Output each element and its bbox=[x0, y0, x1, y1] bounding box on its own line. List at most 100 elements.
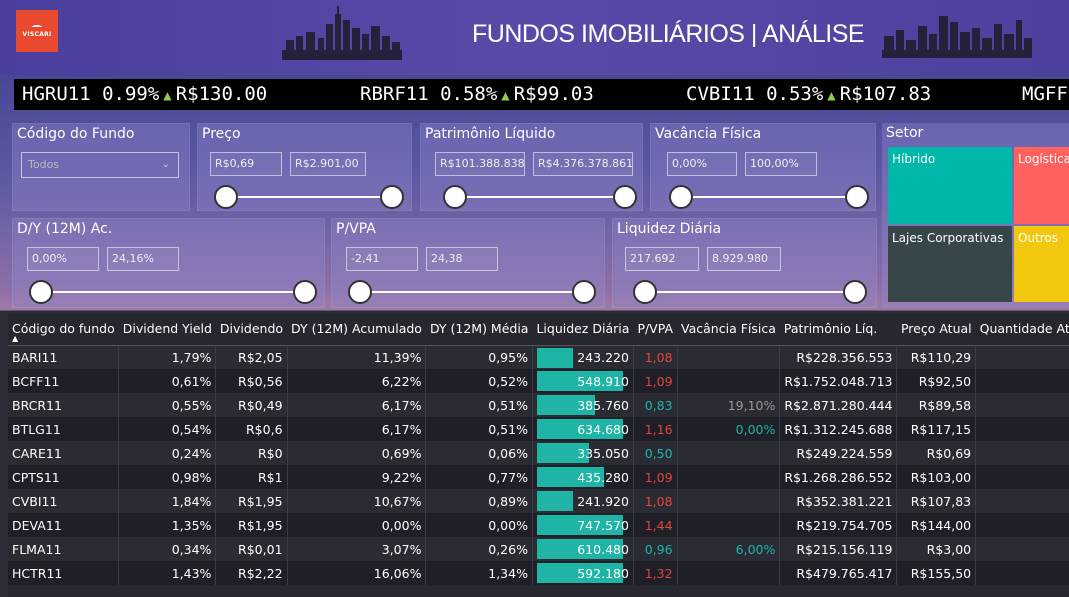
cell-dividendo: R$1 bbox=[215, 465, 288, 489]
viscari-logo: VISCARI bbox=[16, 10, 58, 52]
dy-slider-max-handle[interactable] bbox=[293, 280, 317, 304]
cell-dy-acumulado: 9,22% bbox=[287, 465, 427, 489]
dy-min-input[interactable]: 0,00% bbox=[27, 247, 99, 271]
ticker-code: HGRU11 bbox=[22, 83, 91, 105]
cell-vacancia bbox=[677, 489, 781, 513]
cell-dy-media: 0,26% bbox=[425, 537, 533, 561]
setor-tile-lajes[interactable]: Lajes Corporativas bbox=[888, 226, 1012, 302]
dy-slider-track bbox=[41, 291, 305, 293]
liquidez-max-input[interactable]: 8.929.980 bbox=[707, 247, 781, 271]
table-row[interactable]: CPTS11 0,98% R$1 9,22% 0,77% 435.280 1,09 R$1.2… bbox=[8, 465, 1069, 489]
cell-dividendo: R$0,49 bbox=[215, 393, 288, 417]
patrimonio-slider-min-handle[interactable] bbox=[443, 185, 467, 209]
liquidez-slider-min-handle[interactable] bbox=[633, 280, 657, 304]
codigo-dropdown[interactable]: Todos ⌄ bbox=[21, 152, 179, 178]
table-row[interactable]: BCFF11 0,61% R$0,56 6,22% 0,52% 548.910 1,09 R$… bbox=[8, 369, 1069, 393]
cell-pvpa: 1,16 bbox=[633, 417, 678, 441]
cell-dy-media: 0,77% bbox=[425, 465, 533, 489]
filter-label: D/Y (12M) Ac. bbox=[17, 221, 113, 237]
dy-slider-min-handle[interactable] bbox=[29, 280, 53, 304]
cell-dy-media: 0,00% bbox=[425, 513, 533, 537]
cell-preco: R$107,83 bbox=[896, 489, 977, 513]
preco-max-input[interactable]: R$2.901,00 bbox=[290, 152, 366, 176]
filter-label: Liquidez Diária bbox=[617, 221, 722, 237]
preco-slider-max-handle[interactable] bbox=[380, 185, 404, 209]
vacancia-slider-track bbox=[681, 196, 857, 198]
cell-dy-acumulado: 6,17% bbox=[287, 417, 427, 441]
col-header-liquidez[interactable]: Liquidez Diária bbox=[532, 313, 634, 346]
cell-preco: R$0,69 bbox=[896, 441, 977, 465]
cell-quantidade: 14 bbox=[975, 393, 1069, 417]
table-row[interactable]: DEVA11 1,35% R$1,95 0,00% 0,00% 747.570 1,44 R$… bbox=[8, 513, 1069, 537]
filter-label: P/VPA bbox=[336, 221, 376, 237]
city-skyline-right-icon bbox=[882, 16, 1032, 58]
cell-codigo: HCTR11 bbox=[8, 561, 120, 585]
cell-vacancia bbox=[677, 561, 781, 585]
col-header-dy[interactable]: Dividend Yield bbox=[118, 313, 216, 346]
col-header-codigo[interactable]: Código do fundo ▲ bbox=[8, 313, 119, 346]
cell-quantidade: 0 bbox=[975, 345, 1069, 369]
col-header-vacancia[interactable]: Vacância Física bbox=[677, 313, 780, 346]
preco-slider-min-handle[interactable] bbox=[214, 185, 238, 209]
patrimonio-slider-max-handle[interactable] bbox=[613, 185, 637, 209]
vacancia-slider-max-handle[interactable] bbox=[845, 185, 869, 209]
pvpa-slider-max-handle[interactable] bbox=[572, 280, 596, 304]
cell-preco: R$3,00 bbox=[896, 537, 977, 561]
table-row[interactable]: BARI11 1,79% R$2,05 11,39% 0,95% 243.220 1,08 R… bbox=[8, 345, 1069, 369]
tile-label: Lajes Corporativas bbox=[892, 231, 1004, 245]
cell-codigo: BCFF11 bbox=[8, 369, 120, 393]
cell-dividendo: R$0 bbox=[215, 441, 288, 465]
cell-dy-acumulado: 10,67% bbox=[287, 489, 427, 513]
col-header-patrimonio[interactable]: Patrimônio Líq. bbox=[779, 313, 897, 346]
vacancia-max-input[interactable]: 100,00% bbox=[745, 152, 817, 176]
col-header-pvpa[interactable]: P/VPA bbox=[633, 313, 678, 346]
table-row[interactable]: CVBI11 1,84% R$1,95 10,67% 0,89% 241.920 1,08 R… bbox=[8, 489, 1069, 513]
preco-min-input[interactable]: R$0,69 bbox=[210, 152, 282, 176]
table-row[interactable]: HCTR11 1,43% R$2,22 16,06% 1,34% 592.180 1,32 R… bbox=[8, 561, 1069, 585]
liquidez-min-input[interactable]: 217.692 bbox=[625, 247, 699, 271]
liquidez-slider-max-handle[interactable] bbox=[843, 280, 867, 304]
pvpa-max-input[interactable]: 24,38 bbox=[426, 247, 498, 271]
col-header-dy-media[interactable]: DY (12M) Média bbox=[425, 313, 533, 346]
col-header-dividendo[interactable]: Dividendo bbox=[215, 313, 288, 346]
ticker-code: MGFF bbox=[1022, 83, 1068, 105]
table-row[interactable]: BTLG11 0,54% R$0,6 6,17% 0,51% 634.680 1,16 0,0… bbox=[8, 417, 1069, 441]
pvpa-min-input[interactable]: -2,41 bbox=[346, 247, 418, 271]
table-row[interactable]: BRCR11 0,55% R$0,49 6,17% 0,51% 385.760 0,83 19… bbox=[8, 393, 1069, 417]
cell-preco: R$92,50 bbox=[896, 369, 977, 393]
vacancia-min-input[interactable]: 0,00% bbox=[667, 152, 737, 176]
table-row[interactable]: CARE11 0,24% R$0 0,69% 0,06% 335.050 0,50 R$249… bbox=[8, 441, 1069, 465]
filter-patrimonio-panel: Patrimônio Líquido R$101.388.838 R$4.376… bbox=[420, 123, 643, 211]
cell-dy: 0,24% bbox=[118, 441, 217, 465]
cell-dy-acumulado: 6,22% bbox=[287, 369, 427, 393]
cell-pvpa: 0,96 bbox=[633, 537, 678, 561]
setor-tile-logistica[interactable]: Logística bbox=[1014, 147, 1069, 224]
cell-quantidade: 0 bbox=[975, 441, 1069, 465]
cell-pvpa: 1,08 bbox=[633, 489, 678, 513]
setor-tile-outros[interactable]: Outros bbox=[1014, 226, 1069, 302]
preco-slider-track bbox=[226, 196, 392, 198]
vacancia-slider-min-handle[interactable] bbox=[669, 185, 693, 209]
cell-liquidez: 335.050 bbox=[532, 441, 634, 465]
cell-preco: R$110,29 bbox=[896, 345, 977, 369]
cell-dy-media: 0,06% bbox=[425, 441, 533, 465]
col-header-quantidade[interactable]: Quantidade Ativos bbox=[975, 313, 1069, 346]
ticker-price: R$107.83 bbox=[839, 83, 932, 105]
cell-dividendo: R$0,56 bbox=[215, 369, 288, 393]
pvpa-slider-min-handle[interactable] bbox=[348, 280, 372, 304]
col-header-preco[interactable]: Preço Atual bbox=[896, 313, 976, 346]
table-header-row: Código do fundo ▲ Dividend Yield Dividend… bbox=[8, 313, 1069, 346]
dy-max-input[interactable]: 24,16% bbox=[107, 247, 179, 271]
cell-vacancia bbox=[677, 369, 781, 393]
col-header-dy-acumulado[interactable]: DY (12M) Acumulado bbox=[287, 313, 426, 346]
table-row[interactable]: FLMA11 0,34% R$0,01 3,07% 0,26% 610.480 0,96 6,… bbox=[8, 537, 1069, 561]
cell-preco: R$89,58 bbox=[896, 393, 977, 417]
patrimonio-max-input[interactable]: R$4.376.378.861 bbox=[533, 152, 633, 176]
cell-codigo: BARI11 bbox=[8, 345, 120, 369]
cell-dividendo: R$2,05 bbox=[215, 345, 288, 369]
cell-dy-acumulado: 6,17% bbox=[287, 393, 427, 417]
setor-tile-hibrido[interactable]: Híbrido bbox=[888, 147, 1012, 224]
cell-dy-media: 0,51% bbox=[425, 393, 533, 417]
cell-dy: 1,35% bbox=[118, 513, 217, 537]
patrimonio-min-input[interactable]: R$101.388.838 bbox=[435, 152, 525, 176]
